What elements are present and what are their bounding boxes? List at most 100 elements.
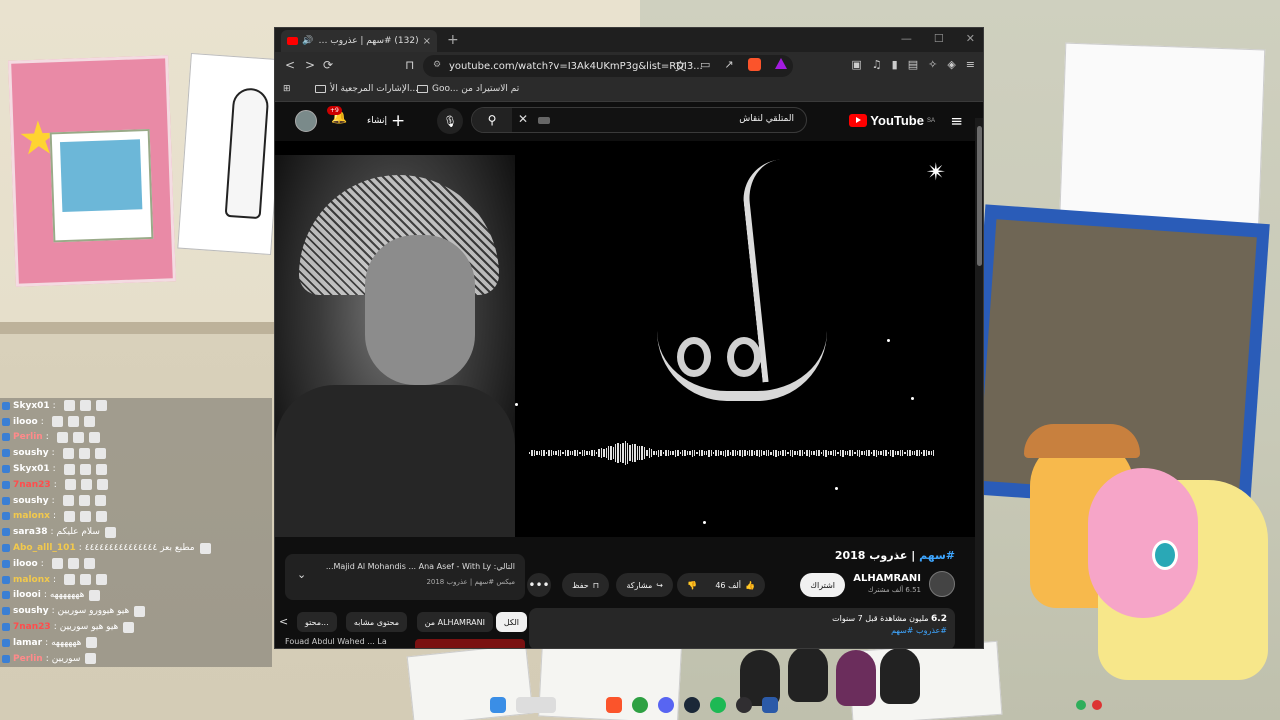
discord-icon[interactable] (658, 697, 674, 713)
chrome-icon[interactable] (632, 697, 648, 713)
spotify-icon[interactable] (710, 697, 726, 713)
bookmark-icon[interactable]: ⊓ (405, 58, 414, 72)
chat-username[interactable]: malonx (13, 575, 50, 585)
bookmark-folder-2[interactable]: Goo... تم الاستيراد من (417, 84, 519, 94)
search-input[interactable]: المتلقي لنقاش (739, 114, 794, 124)
chat-username[interactable]: ilooo (13, 417, 38, 427)
share-icon[interactable]: ↗ (724, 58, 733, 74)
save-button[interactable]: حفظ ⊓ (562, 573, 609, 597)
chat-username[interactable]: Abo_alll_101 (13, 543, 76, 553)
chat-username[interactable]: Skyx01 (13, 464, 50, 474)
windows-start-icon[interactable] (490, 697, 506, 713)
youtube-logo[interactable]: YouTube SA (849, 113, 935, 128)
wallet-icon[interactable]: ▤ (908, 58, 918, 71)
plus-icon: + (391, 111, 406, 131)
chevron-down-icon[interactable]: ⌄ (297, 568, 306, 581)
subscribe-button[interactable]: اشتراك (800, 573, 845, 597)
close-window-button[interactable]: ✕ (966, 32, 975, 45)
video-title-hashtag[interactable]: #سهم (919, 549, 955, 562)
brave-shields-icon[interactable] (747, 58, 761, 71)
waveform-bar (598, 449, 600, 457)
menu-icon[interactable]: ≡ (966, 58, 975, 71)
obs-icon[interactable] (736, 697, 752, 713)
share-button[interactable]: مشاركة ↪ (616, 573, 673, 597)
apps-grid-icon[interactable]: ⊞ (283, 84, 291, 94)
cast-icon[interactable]: ▭ (700, 58, 710, 74)
voice-search-mic-icon[interactable]: 🎙 (437, 108, 463, 134)
chat-username[interactable]: Skyx01 (13, 401, 50, 411)
chat-separator: : (45, 653, 49, 664)
chat-username[interactable]: soushy (13, 448, 49, 458)
forward-arrow-icon[interactable]: > (305, 58, 315, 72)
reading-mode-icon[interactable]: ▣ (851, 58, 861, 71)
tray-record-icon[interactable] (1092, 700, 1102, 710)
channel-name[interactable]: ALHAMRANI (853, 573, 921, 584)
chat-username[interactable]: 7nan23 (13, 622, 51, 632)
waveform-bar (619, 444, 622, 462)
chat-username[interactable]: soushy (13, 606, 49, 616)
chip-more[interactable]: محتو... (297, 612, 337, 632)
chat-username[interactable]: iloooi (13, 590, 41, 600)
scrollbar-thumb[interactable] (977, 126, 982, 266)
chat-username[interactable]: 7nan23 (13, 480, 51, 490)
bookmark-folder-1[interactable]: الإشارات المرجعية الأ... (315, 84, 418, 94)
page-scrollbar[interactable] (975, 118, 983, 648)
chat-separator: : (78, 543, 82, 554)
chat-username[interactable]: ilooo (13, 559, 38, 569)
mix-playlist-panel[interactable]: التالي: Majid Al Mohandis ... Ana Asef -… (285, 554, 525, 600)
chip-all[interactable]: الكل (495, 612, 527, 632)
site-settings-icon[interactable]: ⚙ (433, 60, 441, 70)
waveform-bar (662, 451, 665, 455)
vpn-icon[interactable]: ◈ (947, 58, 955, 71)
tray-status-icon[interactable] (1076, 700, 1086, 710)
chat-emote-icon (104, 526, 116, 538)
more-actions-button[interactable]: ••• (527, 573, 551, 597)
chat-username[interactable]: lamar (13, 638, 42, 648)
waveform-bar (923, 450, 925, 456)
notifications-bell-icon[interactable]: 🔔 +9 (327, 106, 347, 125)
waveform-bar (933, 449, 935, 457)
maximize-button[interactable]: ☐ (934, 32, 944, 45)
video-player[interactable]: ✴ (275, 141, 975, 537)
close-tab-icon[interactable]: × (423, 36, 431, 47)
search-icon[interactable] (516, 697, 556, 713)
channel-avatar[interactable] (929, 571, 955, 597)
minimize-button[interactable]: — (901, 32, 912, 45)
chip-from-channel[interactable]: من ALHAMRANI (416, 612, 493, 632)
steam-icon[interactable] (684, 697, 700, 713)
account-avatar[interactable] (295, 110, 317, 132)
chat-username[interactable]: sara38 (13, 527, 47, 537)
leo-ai-icon[interactable]: ✧ (928, 58, 937, 71)
create-button[interactable]: إنشاء + (367, 110, 405, 132)
brave-rewards-icon[interactable] (774, 58, 787, 69)
chat-username[interactable]: soushy (13, 496, 49, 506)
chat-username[interactable]: Perlin (13, 654, 43, 664)
description-hashtags[interactable]: #عذروب #سهم (537, 626, 947, 635)
media-icon[interactable]: ♫ (872, 58, 882, 71)
brave-icon[interactable] (606, 697, 622, 713)
chat-emote-icon (95, 574, 107, 586)
chat-username[interactable]: malonx (13, 511, 50, 521)
waveform-bar (851, 449, 854, 457)
speaker-icon[interactable]: 🔊 (302, 36, 313, 46)
app-icon[interactable] (762, 697, 778, 713)
guide-menu-icon[interactable]: ≡ (950, 112, 963, 130)
sidebar-icon[interactable]: ▮ (892, 58, 898, 71)
like-button[interactable]: 👎 46 ألف 👍 (677, 573, 765, 597)
sparkle (911, 397, 914, 400)
thumbs-down-icon[interactable]: 👎 (687, 581, 697, 590)
chip-related[interactable]: محتوى مشابه (345, 612, 407, 632)
next-video-thumbnail[interactable] (415, 639, 525, 648)
back-arrow-icon[interactable]: < (285, 58, 295, 72)
waveform-bar (780, 451, 782, 455)
translate-icon[interactable]: 文 (675, 58, 686, 74)
reload-icon[interactable]: ⟳ (323, 58, 333, 72)
chips-scroll-left-icon[interactable]: < (279, 615, 288, 628)
clear-search-icon[interactable]: ✕ (518, 112, 528, 126)
waveform-bar (674, 449, 677, 457)
description-box[interactable]: 6.2 مليون مشاهدة قبل 7 سنوات #عذروب #سهم (529, 608, 955, 648)
chat-username[interactable]: Perlin (13, 432, 43, 442)
search-button[interactable]: ⚲ (472, 108, 512, 132)
new-tab-button[interactable]: + (447, 32, 459, 48)
tab-youtube[interactable]: 🔊 (132) #سهم | عذروب 2018 - ... × (281, 30, 437, 52)
